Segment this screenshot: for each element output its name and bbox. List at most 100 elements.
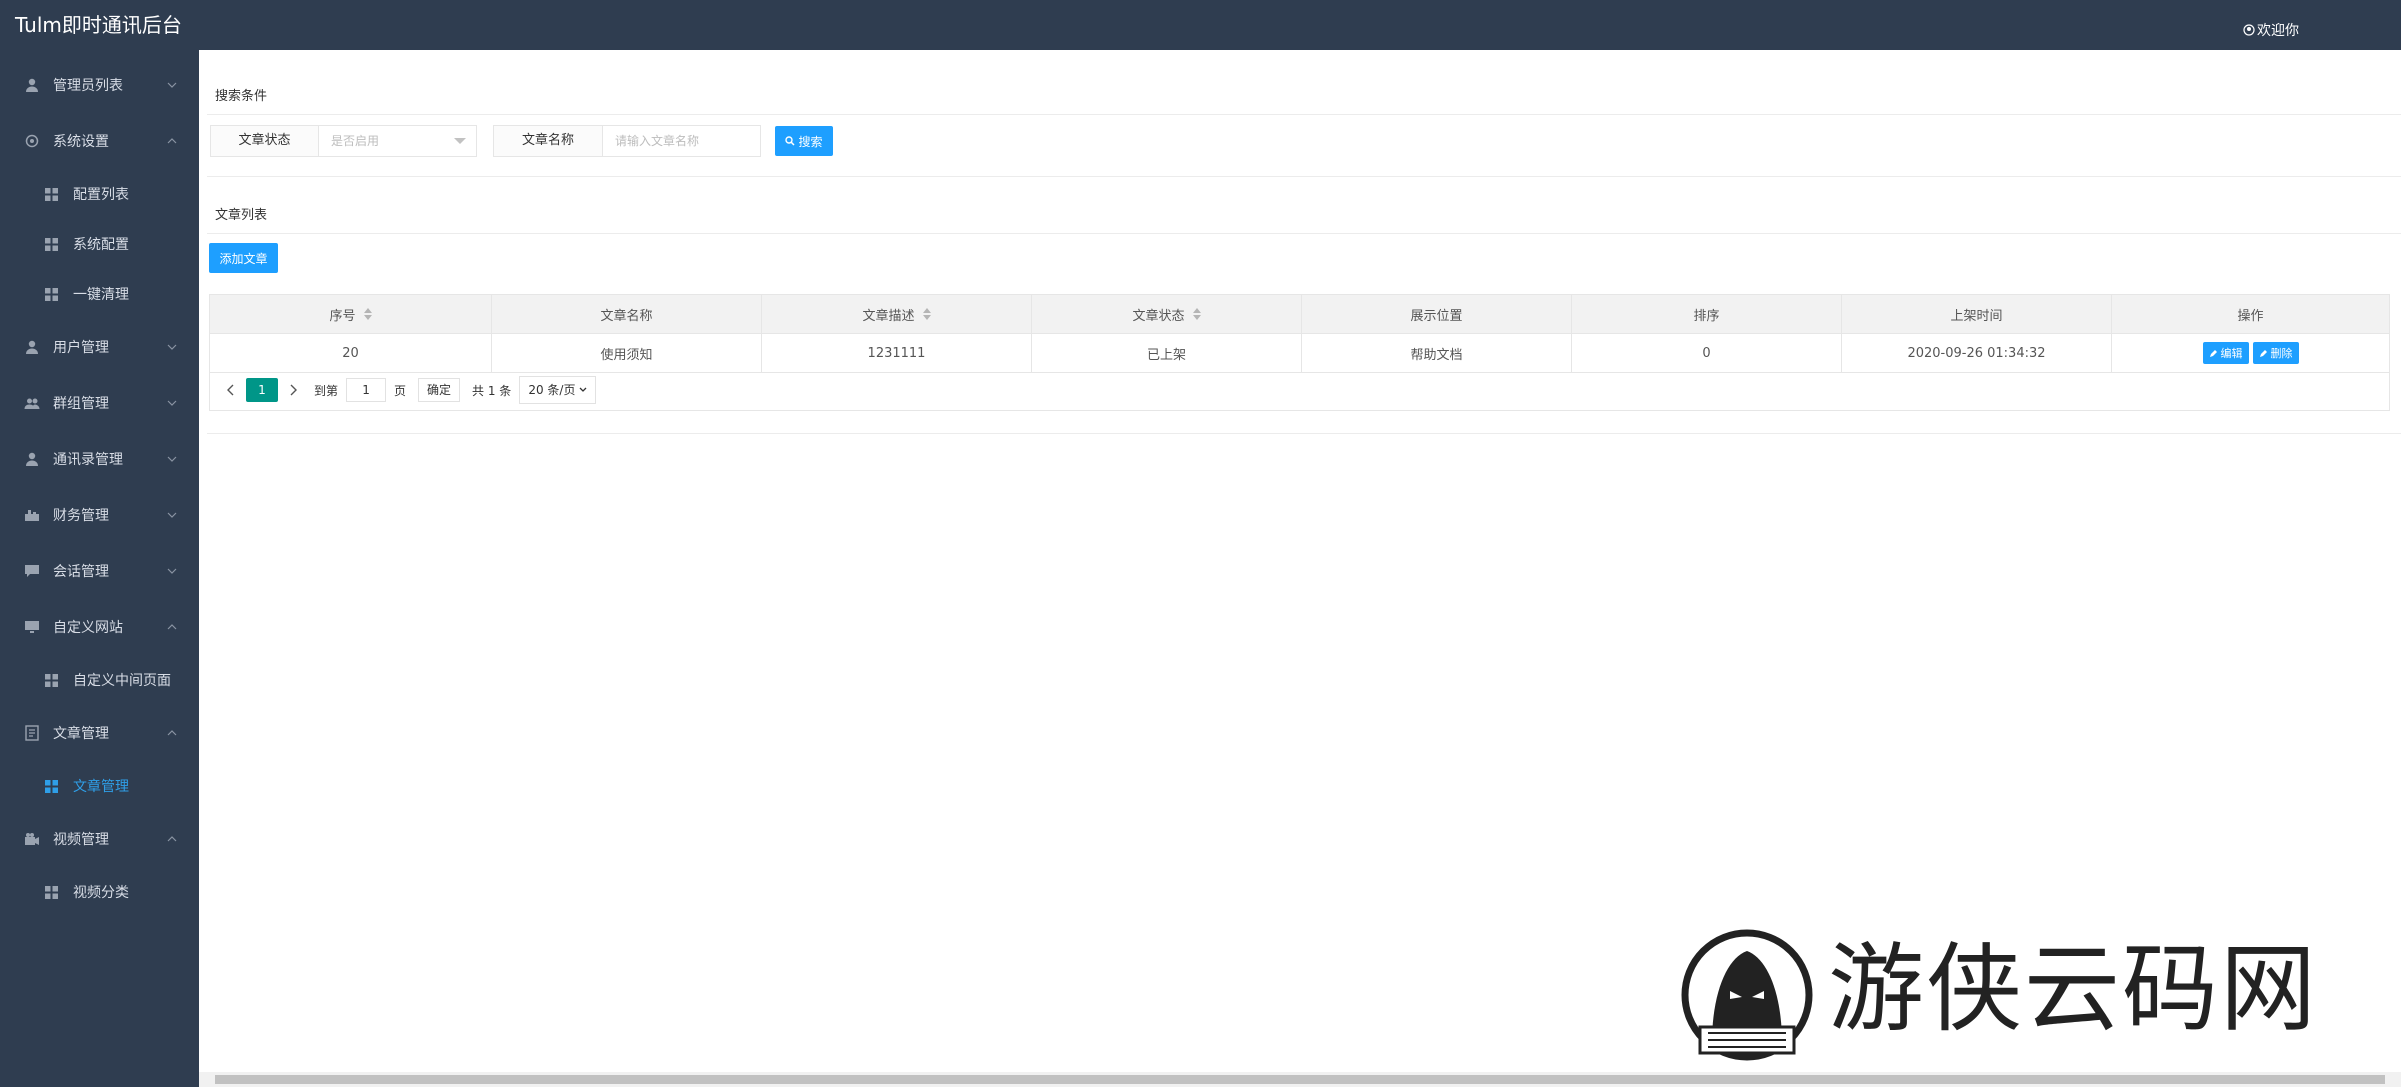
col-header-label: 操作 — [2237, 308, 2264, 324]
sidebar-item-config-list[interactable]: 配置列表 — [0, 168, 199, 220]
goto-page-input[interactable]: 1 — [346, 378, 387, 402]
sidebar-item-user-management[interactable]: 用户管理 — [0, 321, 199, 373]
name-search-input[interactable]: 请输入文章名称 — [603, 126, 760, 156]
col-header-name: 文章名称 — [492, 295, 762, 333]
chevron-down-icon — [167, 568, 177, 574]
status-select[interactable]: 是否启用 — [319, 126, 476, 156]
col-header-label: 文章描述 — [862, 308, 915, 324]
sidebar-item-contacts-management[interactable]: 通讯录管理 — [0, 433, 199, 485]
add-article-button[interactable]: 添加文章 — [209, 243, 278, 273]
add-article-label: 添加文章 — [219, 251, 268, 266]
page-number-current[interactable]: 1 — [246, 378, 278, 402]
sort-icon — [1192, 308, 1201, 320]
divider — [207, 114, 2401, 115]
sidebar-item-video-category[interactable]: 视频分类 — [0, 866, 199, 918]
pencil-icon — [2209, 349, 2217, 357]
sidebar: 管理员列表 系统设置 配置列表 系统配置 一键清理 用户管理 群组管理 通讯录管… — [0, 50, 199, 1087]
search-button[interactable]: 搜索 — [775, 126, 833, 156]
col-header-status[interactable]: 文章状态 — [1032, 295, 1302, 333]
sidebar-item-label: 用户管理 — [53, 340, 109, 356]
chevron-down-icon — [167, 512, 177, 518]
sidebar-item-article-management-sub[interactable]: 文章管理 — [0, 760, 199, 812]
sidebar-item-label: 会话管理 — [53, 564, 109, 580]
chevron-down-icon — [167, 456, 177, 462]
delete-button[interactable]: 删除 — [2252, 342, 2299, 364]
document-icon — [25, 725, 39, 741]
edit-button[interactable]: 编辑 — [2202, 342, 2249, 364]
col-header-id[interactable]: 序号 — [210, 295, 492, 333]
sidebar-item-admin-list[interactable]: 管理员列表 — [0, 59, 199, 111]
user-circle-icon — [2243, 24, 2255, 36]
search-button-label: 搜索 — [798, 134, 823, 149]
sidebar-item-system-settings[interactable]: 系统设置 — [0, 115, 199, 167]
chevron-up-icon — [167, 836, 177, 842]
chevron-up-icon — [167, 730, 177, 736]
col-header-order: 排序 — [1572, 295, 1842, 333]
name-filter-label: 文章名称 — [494, 126, 603, 156]
sidebar-item-one-click-clean[interactable]: 一键清理 — [0, 268, 199, 320]
sidebar-item-label: 自定义网站 — [53, 620, 123, 636]
video-icon — [25, 833, 39, 845]
sidebar-item-label: 配置列表 — [73, 187, 129, 203]
page-unit-label: 页 — [394, 383, 407, 398]
sidebar-item-system-config[interactable]: 系统配置 — [0, 218, 199, 270]
user-icon — [26, 452, 38, 466]
pencil-icon — [2259, 349, 2267, 357]
chevron-up-icon — [167, 138, 177, 144]
pagination: 1 到第 1 页 确定 共 1 条 20 条/页 — [209, 370, 2390, 411]
cell-status: 已上架 — [1032, 334, 1302, 372]
status-select-placeholder: 是否启用 — [331, 134, 380, 148]
grid-icon — [45, 287, 58, 301]
col-header-label: 序号 — [329, 308, 356, 324]
cell-position: 帮助文档 — [1302, 334, 1572, 372]
scrollbar-thumb[interactable] — [215, 1075, 2385, 1084]
col-header-desc[interactable]: 文章描述 — [762, 295, 1032, 333]
delete-button-label: 删除 — [2270, 347, 2293, 360]
sidebar-item-group-management[interactable]: 群组管理 — [0, 377, 199, 429]
sort-icon — [363, 308, 372, 320]
grid-icon — [45, 237, 58, 251]
finance-icon — [25, 510, 39, 521]
prev-page-button[interactable] — [222, 384, 238, 396]
sidebar-item-finance-management[interactable]: 财务管理 — [0, 489, 199, 541]
table-row: 20 使用须知 1231111 已上架 帮助文档 0 2020-09-26 01… — [210, 334, 2389, 372]
sidebar-item-label: 一键清理 — [73, 287, 129, 303]
welcome-user[interactable]: 欢迎你 — [2243, 20, 2299, 40]
divider — [207, 433, 2401, 434]
name-input-placeholder: 请输入文章名称 — [615, 134, 700, 148]
watermark-text: 游侠云码网 — [1828, 933, 2318, 1045]
sidebar-item-custom-middle-page[interactable]: 自定义中间页面 — [0, 654, 199, 706]
divider — [207, 176, 2401, 177]
sidebar-item-label: 群组管理 — [53, 396, 109, 412]
goto-confirm-button[interactable]: 确定 — [418, 378, 461, 402]
chevron-left-icon — [227, 384, 234, 396]
page-size-select[interactable]: 20 条/页 — [519, 376, 597, 404]
col-header-label: 文章名称 — [600, 308, 653, 324]
chevron-down-icon — [167, 344, 177, 350]
cell-actions: 编辑 删除 — [2112, 334, 2389, 372]
cell-desc: 1231111 — [762, 334, 1032, 372]
sidebar-item-custom-website[interactable]: 自定义网站 — [0, 601, 199, 653]
gear-icon — [25, 134, 39, 148]
search-icon — [785, 136, 796, 146]
col-header-label: 展示位置 — [1410, 308, 1463, 324]
sidebar-item-article-management[interactable]: 文章管理 — [0, 707, 199, 759]
caret-down-icon — [454, 138, 466, 144]
total-count: 共 1 条 — [472, 383, 512, 398]
next-page-button[interactable] — [286, 384, 302, 396]
col-header-label: 排序 — [1693, 308, 1720, 324]
hacker-logo-icon — [1681, 929, 1813, 1061]
horizontal-scrollbar[interactable] — [199, 1072, 2401, 1087]
list-section-title: 文章列表 — [215, 208, 268, 223]
sidebar-item-video-management[interactable]: 视频管理 — [0, 813, 199, 865]
sidebar-item-label: 视频管理 — [53, 832, 109, 848]
sidebar-item-session-management[interactable]: 会话管理 — [0, 545, 199, 597]
app-title: Tulm即时通讯后台 — [15, 13, 182, 37]
sidebar-item-label: 财务管理 — [53, 508, 109, 524]
divider — [207, 233, 2401, 234]
edit-button-label: 编辑 — [2220, 347, 2243, 360]
sidebar-item-label: 管理员列表 — [53, 78, 123, 94]
grid-icon — [45, 779, 58, 793]
col-header-time: 上架时间 — [1842, 295, 2112, 333]
top-header: Tulm即时通讯后台 欢迎你 — [0, 0, 2401, 50]
